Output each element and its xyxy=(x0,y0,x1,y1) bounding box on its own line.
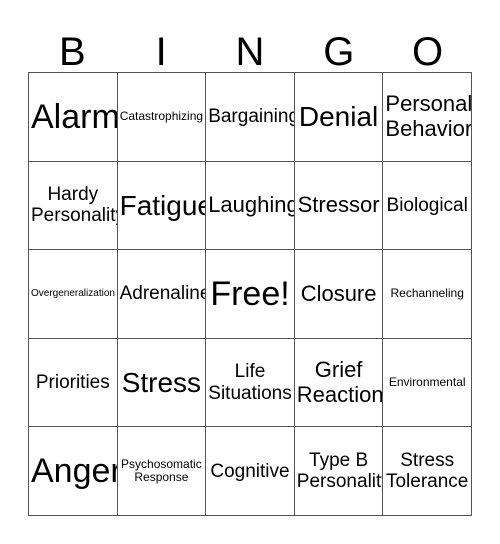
bingo-cell-label: Grief Reaction xyxy=(296,356,384,407)
bingo-cell[interactable]: Rechanneling xyxy=(383,250,472,339)
bingo-cell[interactable]: Stress xyxy=(117,338,207,428)
bingo-cell[interactable]: Grief Reaction xyxy=(294,338,384,428)
bingo-cell[interactable]: Psychosomatic Response xyxy=(117,427,207,516)
bingo-cell-label: Psychosomatic Response xyxy=(121,456,202,485)
bingo-cell[interactable]: Catastrophizing xyxy=(117,73,207,162)
bingo-header-letter-b: B xyxy=(59,30,86,74)
bingo-cell-label: Alarm xyxy=(31,97,118,136)
bingo-header-row: B I N G O xyxy=(28,22,472,72)
bingo-cell-label: Rechanneling xyxy=(390,286,464,301)
bingo-cell[interactable]: Personal Behavior xyxy=(383,73,472,162)
bingo-cell-label: Hardy Personality xyxy=(31,184,118,227)
bingo-cell-label: Closure xyxy=(300,280,377,306)
bingo-cell-label: Cognitive xyxy=(210,460,290,482)
bingo-cell[interactable]: Denial xyxy=(294,73,384,162)
bingo-cell-label: Free! xyxy=(210,274,290,313)
bingo-cell[interactable]: Closure xyxy=(294,250,384,339)
bingo-cell[interactable]: Hardy Personality xyxy=(29,161,118,251)
bingo-cell-label: Biological xyxy=(386,194,468,216)
bingo-cell-label: Priorities xyxy=(35,371,110,393)
bingo-header-letter-o: O xyxy=(412,30,444,74)
bingo-cell[interactable]: Biological xyxy=(383,161,472,251)
bingo-header-letter-i: I xyxy=(155,30,167,74)
bingo-cell-label: Anger xyxy=(31,452,118,491)
bingo-cell[interactable]: Bargaining xyxy=(206,73,295,162)
bingo-cell[interactable]: Environmental xyxy=(383,338,472,428)
bingo-cell-label: Catastrophizing xyxy=(119,109,204,124)
bingo-cell-label: Adrenaline xyxy=(119,283,207,305)
bingo-cell[interactable]: Cognitive xyxy=(206,427,295,516)
bingo-cell-free[interactable]: Free! xyxy=(206,250,295,339)
bingo-cell[interactable]: Laughing xyxy=(206,161,295,251)
bingo-cell-label: Overgeneralization xyxy=(31,288,115,300)
bingo-header-letter-g: G xyxy=(323,30,355,74)
bingo-cell[interactable]: Stress Tolerance xyxy=(383,427,472,516)
bingo-cell-label: Personal Behavior xyxy=(385,91,472,141)
bingo-cell-label: Fatigue xyxy=(119,189,207,221)
bingo-cell[interactable]: Life Situations xyxy=(206,338,295,428)
bingo-cell-label: Denial xyxy=(298,101,379,133)
bingo-cell-label: Bargaining xyxy=(208,106,295,128)
bingo-cell[interactable]: Overgeneralization xyxy=(29,250,118,339)
bingo-card: B I N G O Alarm Catastrophizing Bargaini… xyxy=(0,0,500,544)
bingo-cell[interactable]: Alarm xyxy=(29,73,118,162)
bingo-cell[interactable]: Priorities xyxy=(29,338,118,428)
bingo-cell-label: Stress xyxy=(121,366,202,398)
bingo-cell-label: Stress Tolerance xyxy=(385,449,469,493)
bingo-grid: Alarm Catastrophizing Bargaining Denial … xyxy=(28,72,472,516)
bingo-cell[interactable]: Stressor xyxy=(294,161,384,251)
bingo-cell[interactable]: Type B Personality xyxy=(294,427,384,516)
bingo-cell-label: Type B Personality xyxy=(296,449,384,493)
bingo-cell-label: Environmental xyxy=(388,374,466,389)
bingo-cell-label: Life Situations xyxy=(208,361,292,404)
bingo-header-letter-n: N xyxy=(235,30,265,74)
bingo-cell[interactable]: Adrenaline xyxy=(117,250,207,339)
bingo-cell[interactable]: Fatigue xyxy=(117,161,207,251)
bingo-cell-label: Laughing xyxy=(208,192,295,218)
bingo-cell[interactable]: Anger xyxy=(29,427,118,516)
bingo-cell-label: Stressor xyxy=(297,192,380,218)
